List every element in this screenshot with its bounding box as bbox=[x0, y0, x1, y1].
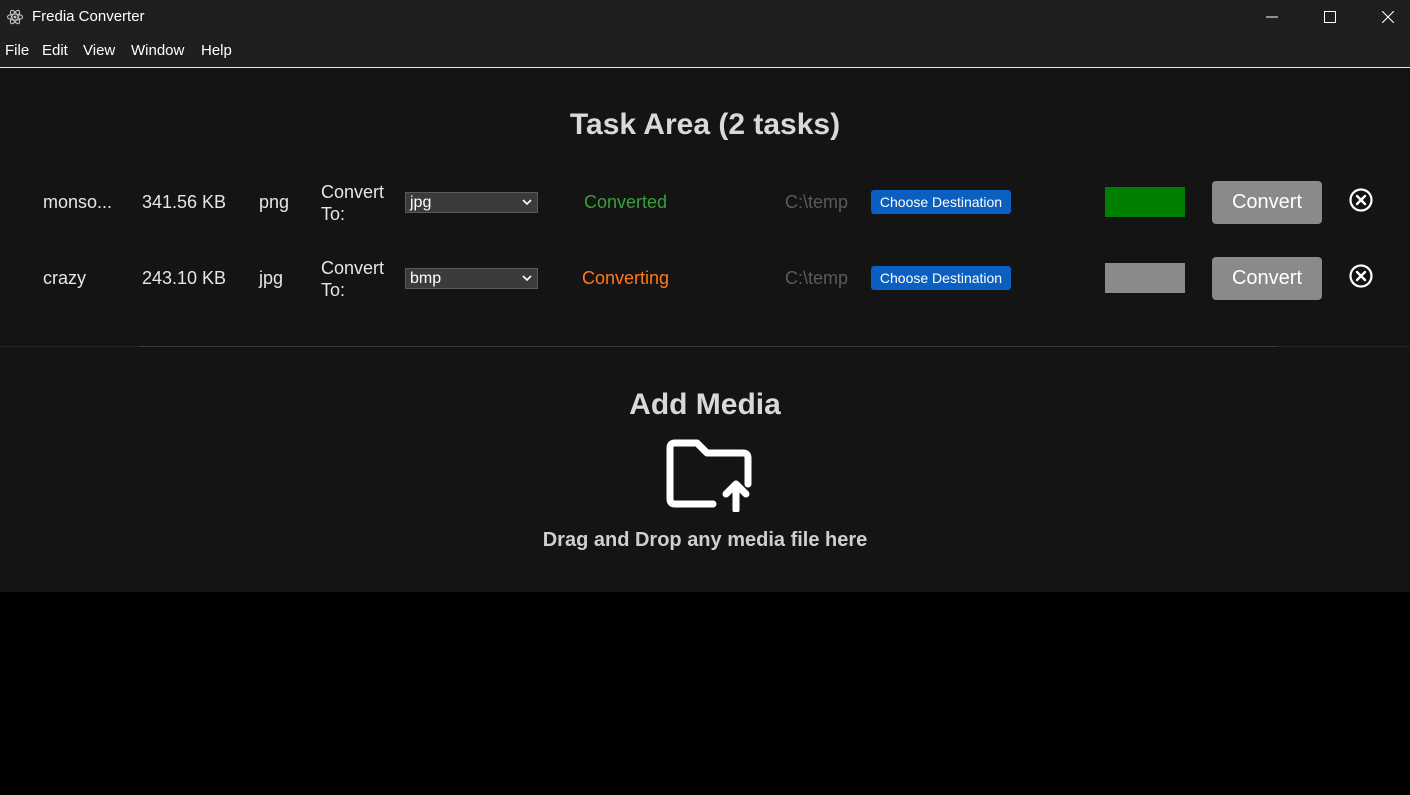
convert-button[interactable]: Convert bbox=[1212, 181, 1322, 224]
minimize-button[interactable] bbox=[1243, 0, 1301, 34]
destination-path: C:\temp bbox=[785, 268, 849, 288]
file-size: 243.10 KB bbox=[142, 268, 227, 288]
status-text: Converting bbox=[582, 268, 670, 288]
close-window-button[interactable] bbox=[1359, 0, 1410, 34]
menu-view[interactable]: View bbox=[83, 42, 115, 59]
menu-edit[interactable]: Edit bbox=[42, 42, 68, 59]
progress-indicator bbox=[1105, 187, 1185, 217]
title-bar: Fredia Converter bbox=[0, 0, 1410, 34]
task-row: crazy 243.10 KB jpg Convert To: bmp Conv… bbox=[0, 256, 1410, 302]
minimize-icon bbox=[1266, 16, 1278, 18]
convert-to-label: Convert To: bbox=[321, 258, 385, 300]
close-circle-icon bbox=[1349, 264, 1373, 288]
target-format-select[interactable]: bmp bbox=[405, 268, 538, 289]
main-content: Task Area (2 tasks) monso... 341.56 KB p… bbox=[0, 68, 1410, 592]
drop-zone-hint: Drag and Drop any media file here bbox=[542, 529, 868, 551]
close-circle-icon bbox=[1349, 188, 1373, 212]
chevron-down-icon bbox=[522, 199, 532, 206]
menu-file[interactable]: File bbox=[5, 42, 29, 59]
remove-task-button[interactable] bbox=[1348, 263, 1374, 289]
convert-to-label: Convert To: bbox=[321, 182, 385, 224]
choose-destination-button[interactable]: Choose Destination bbox=[871, 190, 1011, 214]
menu-help[interactable]: Help bbox=[201, 42, 232, 59]
progress-indicator bbox=[1105, 263, 1185, 293]
menu-window[interactable]: Window bbox=[131, 42, 184, 59]
close-icon bbox=[1382, 11, 1394, 23]
remove-task-button[interactable] bbox=[1348, 187, 1374, 213]
target-format-value: bmp bbox=[410, 270, 442, 287]
task-row: monso... 341.56 KB png Convert To: jpg C… bbox=[0, 180, 1410, 226]
file-format: png bbox=[259, 192, 290, 212]
file-name: monso... bbox=[43, 192, 113, 212]
chevron-down-icon bbox=[522, 275, 532, 282]
file-name: crazy bbox=[43, 268, 87, 288]
target-format-select[interactable]: jpg bbox=[405, 192, 538, 213]
electron-atom-icon bbox=[6, 8, 24, 26]
maximize-icon bbox=[1324, 11, 1336, 23]
target-format-value: jpg bbox=[410, 194, 432, 211]
file-format: jpg bbox=[259, 268, 284, 288]
maximize-button[interactable] bbox=[1301, 0, 1359, 34]
status-text: Converted bbox=[584, 192, 668, 212]
section-divider bbox=[139, 346, 1278, 347]
file-size: 341.56 KB bbox=[142, 192, 227, 212]
menu-bar: File Edit View Window Help bbox=[0, 34, 1410, 68]
add-media-title: Add Media bbox=[629, 388, 781, 421]
folder-upload-icon[interactable] bbox=[665, 438, 753, 514]
convert-button[interactable]: Convert bbox=[1212, 257, 1322, 300]
choose-destination-button[interactable]: Choose Destination bbox=[871, 266, 1011, 290]
window-title: Fredia Converter bbox=[32, 8, 145, 25]
destination-path: C:\temp bbox=[785, 192, 849, 212]
task-area-title: Task Area (2 tasks) bbox=[569, 108, 841, 141]
